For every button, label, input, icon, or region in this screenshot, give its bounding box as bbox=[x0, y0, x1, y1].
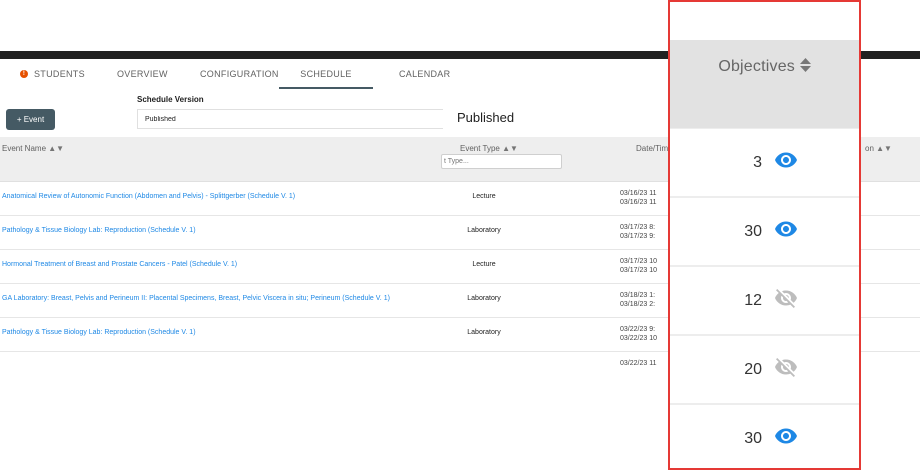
tab-schedule-label: SCHEDULE bbox=[300, 69, 352, 79]
column-date-time-label: Date/Tim bbox=[636, 144, 669, 153]
sort-icon: ▲︎▼︎ bbox=[502, 144, 518, 153]
objectives-count: 12 bbox=[744, 292, 762, 309]
objectives-header-title: Objectives bbox=[670, 58, 859, 76]
date-time-cell: 03/17/23 10 03/17/23 10 bbox=[620, 257, 668, 275]
panel-top-spacer bbox=[670, 2, 859, 40]
date-start: 03/16/23 11 bbox=[620, 190, 657, 197]
objectives-count: 30 bbox=[744, 223, 762, 240]
objectives-cell: 20 bbox=[670, 336, 859, 403]
published-heading: Published bbox=[457, 110, 515, 125]
tab-students-label: STUDENTS bbox=[34, 69, 85, 79]
objectives-cell: 12 bbox=[670, 267, 859, 334]
date-end: 03/18/23 2: bbox=[620, 301, 656, 308]
column-event-type[interactable]: Event Type ▲︎▼︎ bbox=[460, 144, 518, 153]
date-time-cell: 03/22/23 9: 03/22/23 10 bbox=[620, 325, 668, 343]
sort-icon: ▲︎▼︎ bbox=[48, 144, 65, 153]
tab-calendar[interactable]: CALENDAR bbox=[399, 59, 450, 87]
tab-overview-label: OVERVIEW bbox=[117, 69, 168, 79]
tab-configuration-label: CONFIGURATION bbox=[200, 69, 279, 79]
column-location-label: on bbox=[865, 144, 874, 153]
alert-icon bbox=[20, 69, 28, 79]
schedule-version-select[interactable] bbox=[137, 109, 443, 129]
date-time-cell: 03/16/23 11 03/16/23 11 bbox=[620, 189, 668, 207]
objectives-header[interactable]: Objectives bbox=[670, 40, 859, 128]
eye-off-icon[interactable] bbox=[774, 355, 798, 379]
event-type-cell: Laboratory bbox=[467, 295, 501, 302]
column-event-name-label: Event Name bbox=[2, 144, 47, 153]
event-name-link[interactable]: Anatomical Review of Autonomic Function … bbox=[2, 193, 295, 200]
eye-icon[interactable] bbox=[774, 424, 798, 448]
column-event-name[interactable]: Event Name ▲︎▼︎ bbox=[2, 144, 64, 153]
objectives-cell: 30 bbox=[670, 198, 859, 265]
objectives-cell: 3 bbox=[670, 129, 859, 196]
date-end: 03/17/23 9: bbox=[620, 233, 656, 240]
objectives-count: 20 bbox=[744, 361, 762, 378]
add-event-button[interactable]: + Event bbox=[6, 109, 55, 130]
column-event-type-label: Event Type bbox=[460, 144, 500, 153]
date-time-cell: 03/18/23 1: 03/18/23 2: bbox=[620, 291, 668, 309]
tab-calendar-label: CALENDAR bbox=[399, 69, 451, 79]
date-start: 03/17/23 8: bbox=[620, 224, 656, 231]
event-type-cell: Laboratory bbox=[467, 329, 501, 336]
eye-off-icon[interactable] bbox=[774, 286, 798, 310]
column-location[interactable]: on ▲︎▼︎ bbox=[865, 144, 892, 153]
eye-icon[interactable] bbox=[774, 148, 798, 172]
event-type-cell: Laboratory bbox=[467, 227, 501, 234]
event-type-cell: Lecture bbox=[472, 261, 496, 268]
event-name-link[interactable]: Pathology & Tissue Biology Lab: Reproduc… bbox=[2, 227, 196, 234]
schedule-version-label: Schedule Version bbox=[137, 95, 204, 104]
column-date-time[interactable]: Date/Tim bbox=[636, 144, 668, 153]
objectives-count: 3 bbox=[753, 154, 762, 171]
event-type-cell: Lecture bbox=[472, 193, 496, 200]
date-start: 03/18/23 1: bbox=[620, 292, 656, 299]
event-name-link[interactable]: GA Laboratory: Breast, Pelvis and Perine… bbox=[2, 295, 390, 302]
date-start: 03/17/23 10 bbox=[620, 258, 657, 265]
date-end: 03/22/23 10 bbox=[620, 335, 657, 342]
tab-overview[interactable]: OVERVIEW bbox=[117, 59, 168, 87]
objectives-count: 30 bbox=[744, 430, 762, 447]
date-end: 03/16/23 11 bbox=[620, 199, 657, 206]
event-name-link[interactable]: Hormonal Treatment of Breast and Prostat… bbox=[2, 261, 237, 268]
event-name-link[interactable]: Pathology & Tissue Biology Lab: Reproduc… bbox=[2, 329, 196, 336]
sort-icon bbox=[799, 58, 811, 72]
date-time-cell: 03/17/23 8: 03/17/23 9: bbox=[620, 223, 668, 241]
objectives-cell: 30 bbox=[670, 405, 859, 468]
sort-icon: ▲︎▼︎ bbox=[876, 144, 892, 153]
date-end: 03/17/23 10 bbox=[620, 267, 657, 274]
date-start: 03/22/23 9: bbox=[620, 326, 656, 333]
objectives-column-highlight: Objectives 3 30 12 20 30 bbox=[668, 0, 861, 470]
objectives-label: Objectives bbox=[718, 58, 796, 75]
tab-students[interactable]: STUDENTS bbox=[20, 59, 85, 87]
partial-date-cell: 03/22/23 11 bbox=[620, 360, 657, 365]
eye-icon[interactable] bbox=[774, 217, 798, 241]
event-type-filter-input[interactable] bbox=[441, 154, 562, 169]
tab-schedule[interactable]: SCHEDULE bbox=[279, 59, 373, 89]
tab-configuration[interactable]: CONFIGURATION bbox=[200, 59, 279, 87]
